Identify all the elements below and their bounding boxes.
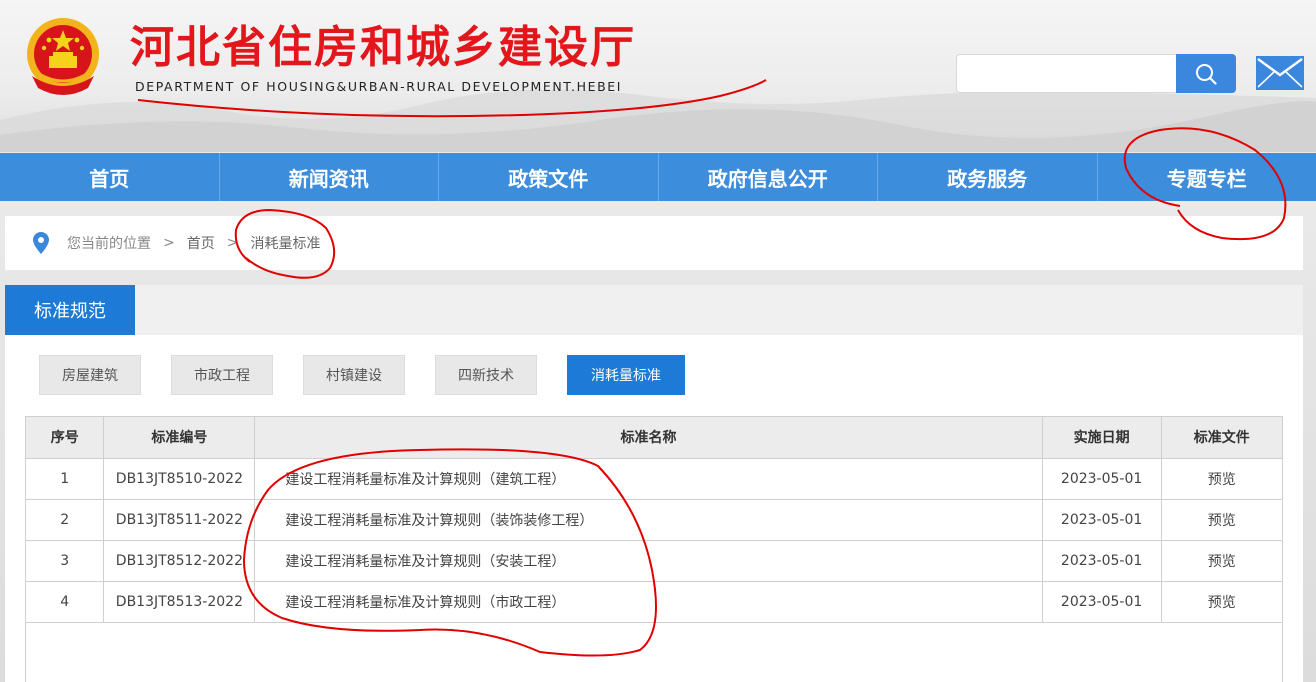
cell-date: 2023-05-01 [1042,499,1162,541]
table-header-row: 序号 标准编号 标准名称 实施日期 标准文件 [26,417,1282,459]
breadcrumb-prefix: 您当前的位置 [67,236,151,252]
header-no: 序号 [26,417,105,459]
standards-table: 序号 标准编号 标准名称 实施日期 标准文件 1 DB13JT8510-2022… [25,416,1283,682]
breadcrumb-separator: > [226,235,239,251]
nav-item-policy[interactable]: 政策文件 [439,153,659,201]
nav-item-services[interactable]: 政务服务 [878,153,1098,201]
header-name: 标准名称 [254,417,1043,459]
breadcrumb-home[interactable]: 首页 [187,233,215,253]
nav-item-gov-info[interactable]: 政府信息公开 [659,153,878,201]
nav-item-home[interactable]: 首页 [0,153,220,201]
location-pin-icon [33,232,49,254]
site-subtitle: DEPARTMENT OF HOUSING&URBAN-RURAL DEVELO… [135,79,623,94]
cell-no: 2 [26,499,105,541]
subtab-village[interactable]: 村镇建设 [303,355,405,395]
site-header: 河北省住房和城乡建设厅 DEPARTMENT OF HOUSING&URBAN-… [0,0,1316,152]
national-emblem-icon [27,18,99,95]
cell-no: 4 [26,581,105,623]
cell-code: DB13JT8513-2022 [103,581,256,623]
category-tabs: 房屋建筑 市政工程 村镇建设 四新技术 消耗量标准 [39,355,715,395]
cell-code: DB13JT8511-2022 [103,499,256,541]
table-row: 2 DB13JT8511-2022 建设工程消耗量标准及计算规则（装饰装修工程）… [26,499,1282,541]
header-date: 实施日期 [1042,417,1162,459]
table-row: 4 DB13JT8513-2022 建设工程消耗量标准及计算规则（市政工程） 2… [26,581,1282,623]
breadcrumb-separator: > [163,235,175,251]
cell-name[interactable]: 建设工程消耗量标准及计算规则（装饰装修工程） [254,499,1043,541]
breadcrumb: 您当前的位置 > 首页 > 消耗量标准 [5,216,1303,270]
search-button[interactable] [1176,54,1236,93]
table-row: 3 DB13JT8512-2022 建设工程消耗量标准及计算规则（安装工程） 2… [26,540,1282,582]
panel-tabbar: 标准规范 [5,285,1303,335]
subtab-consumption-standard[interactable]: 消耗量标准 [567,355,685,395]
search-icon [1196,63,1217,85]
nav-item-topics[interactable]: 专题专栏 [1098,153,1316,201]
preview-link[interactable]: 预览 [1161,540,1282,582]
cell-date: 2023-05-01 [1042,458,1162,500]
preview-link[interactable]: 预览 [1161,458,1282,500]
site-title: 河北省住房和城乡建设厅 [130,22,636,73]
cell-name[interactable]: 建设工程消耗量标准及计算规则（建筑工程） [254,458,1043,500]
cell-code: DB13JT8512-2022 [103,540,256,582]
breadcrumb-current[interactable]: 消耗量标准 [250,233,320,253]
preview-link[interactable]: 预览 [1161,581,1282,623]
cell-code: DB13JT8510-2022 [103,458,256,500]
cell-no: 3 [26,540,105,582]
cell-name[interactable]: 建设工程消耗量标准及计算规则（市政工程） [254,581,1043,623]
cell-name[interactable]: 建设工程消耗量标准及计算规则（安装工程） [254,540,1043,582]
header-code: 标准编号 [103,417,256,459]
cell-no: 1 [26,458,105,500]
mail-icon[interactable] [1256,56,1304,90]
subtab-municipal[interactable]: 市政工程 [171,355,273,395]
cell-date: 2023-05-01 [1042,581,1162,623]
tab-standards[interactable]: 标准规范 [5,285,135,335]
header-file: 标准文件 [1161,417,1282,459]
nav-item-news[interactable]: 新闻资讯 [220,153,439,201]
table-row: 1 DB13JT8510-2022 建设工程消耗量标准及计算规则（建筑工程） 2… [26,458,1282,500]
subtab-building[interactable]: 房屋建筑 [39,355,141,395]
search-input[interactable] [956,54,1176,93]
preview-link[interactable]: 预览 [1161,499,1282,541]
cell-date: 2023-05-01 [1042,540,1162,582]
main-nav: 首页 新闻资讯 政策文件 政府信息公开 政务服务 专题专栏 [0,153,1316,201]
subtab-new-tech[interactable]: 四新技术 [435,355,537,395]
